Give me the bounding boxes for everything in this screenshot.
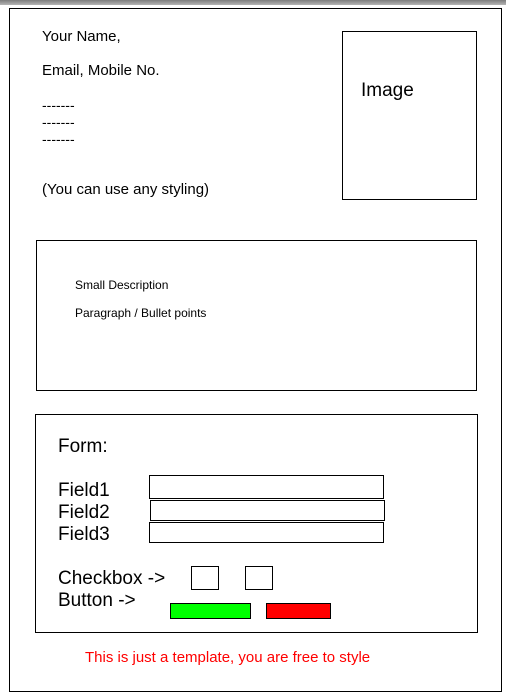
form-title: Form: <box>58 436 108 457</box>
field3-label: Field3 <box>58 524 110 545</box>
field1-input[interactable] <box>149 475 384 499</box>
dash-line-1: ------- <box>42 97 75 113</box>
styling-note: (You can use any styling) <box>42 181 210 198</box>
description-section: Small Description Paragraph / Bullet poi… <box>36 240 477 391</box>
top-border-bar <box>0 0 506 5</box>
field2-input[interactable] <box>150 500 385 521</box>
name-placeholder: Your Name, <box>42 28 121 45</box>
dash-line-3: ------- <box>42 131 75 147</box>
submit-button[interactable] <box>170 603 251 619</box>
field1-label: Field1 <box>58 480 110 501</box>
field3-input[interactable] <box>149 522 384 543</box>
form-section: Form: Field1 Field2 Field3 Checkbox -> B… <box>35 414 478 633</box>
dash-line-2: ------- <box>42 114 75 130</box>
checkbox-2[interactable] <box>245 566 273 590</box>
image-label: Image <box>361 80 414 101</box>
checkbox-label: Checkbox -> <box>58 568 166 589</box>
description-body: Paragraph / Bullet points <box>75 306 207 320</box>
profile-image-placeholder: Image <box>342 31 477 200</box>
description-title: Small Description <box>75 278 169 292</box>
checkbox-1[interactable] <box>191 566 219 590</box>
contact-placeholder: Email, Mobile No. <box>42 62 160 79</box>
template-note: This is just a template, you are free to… <box>85 649 371 666</box>
field2-label: Field2 <box>58 502 110 523</box>
button-label: Button -> <box>58 590 136 611</box>
cancel-button[interactable] <box>266 603 331 619</box>
